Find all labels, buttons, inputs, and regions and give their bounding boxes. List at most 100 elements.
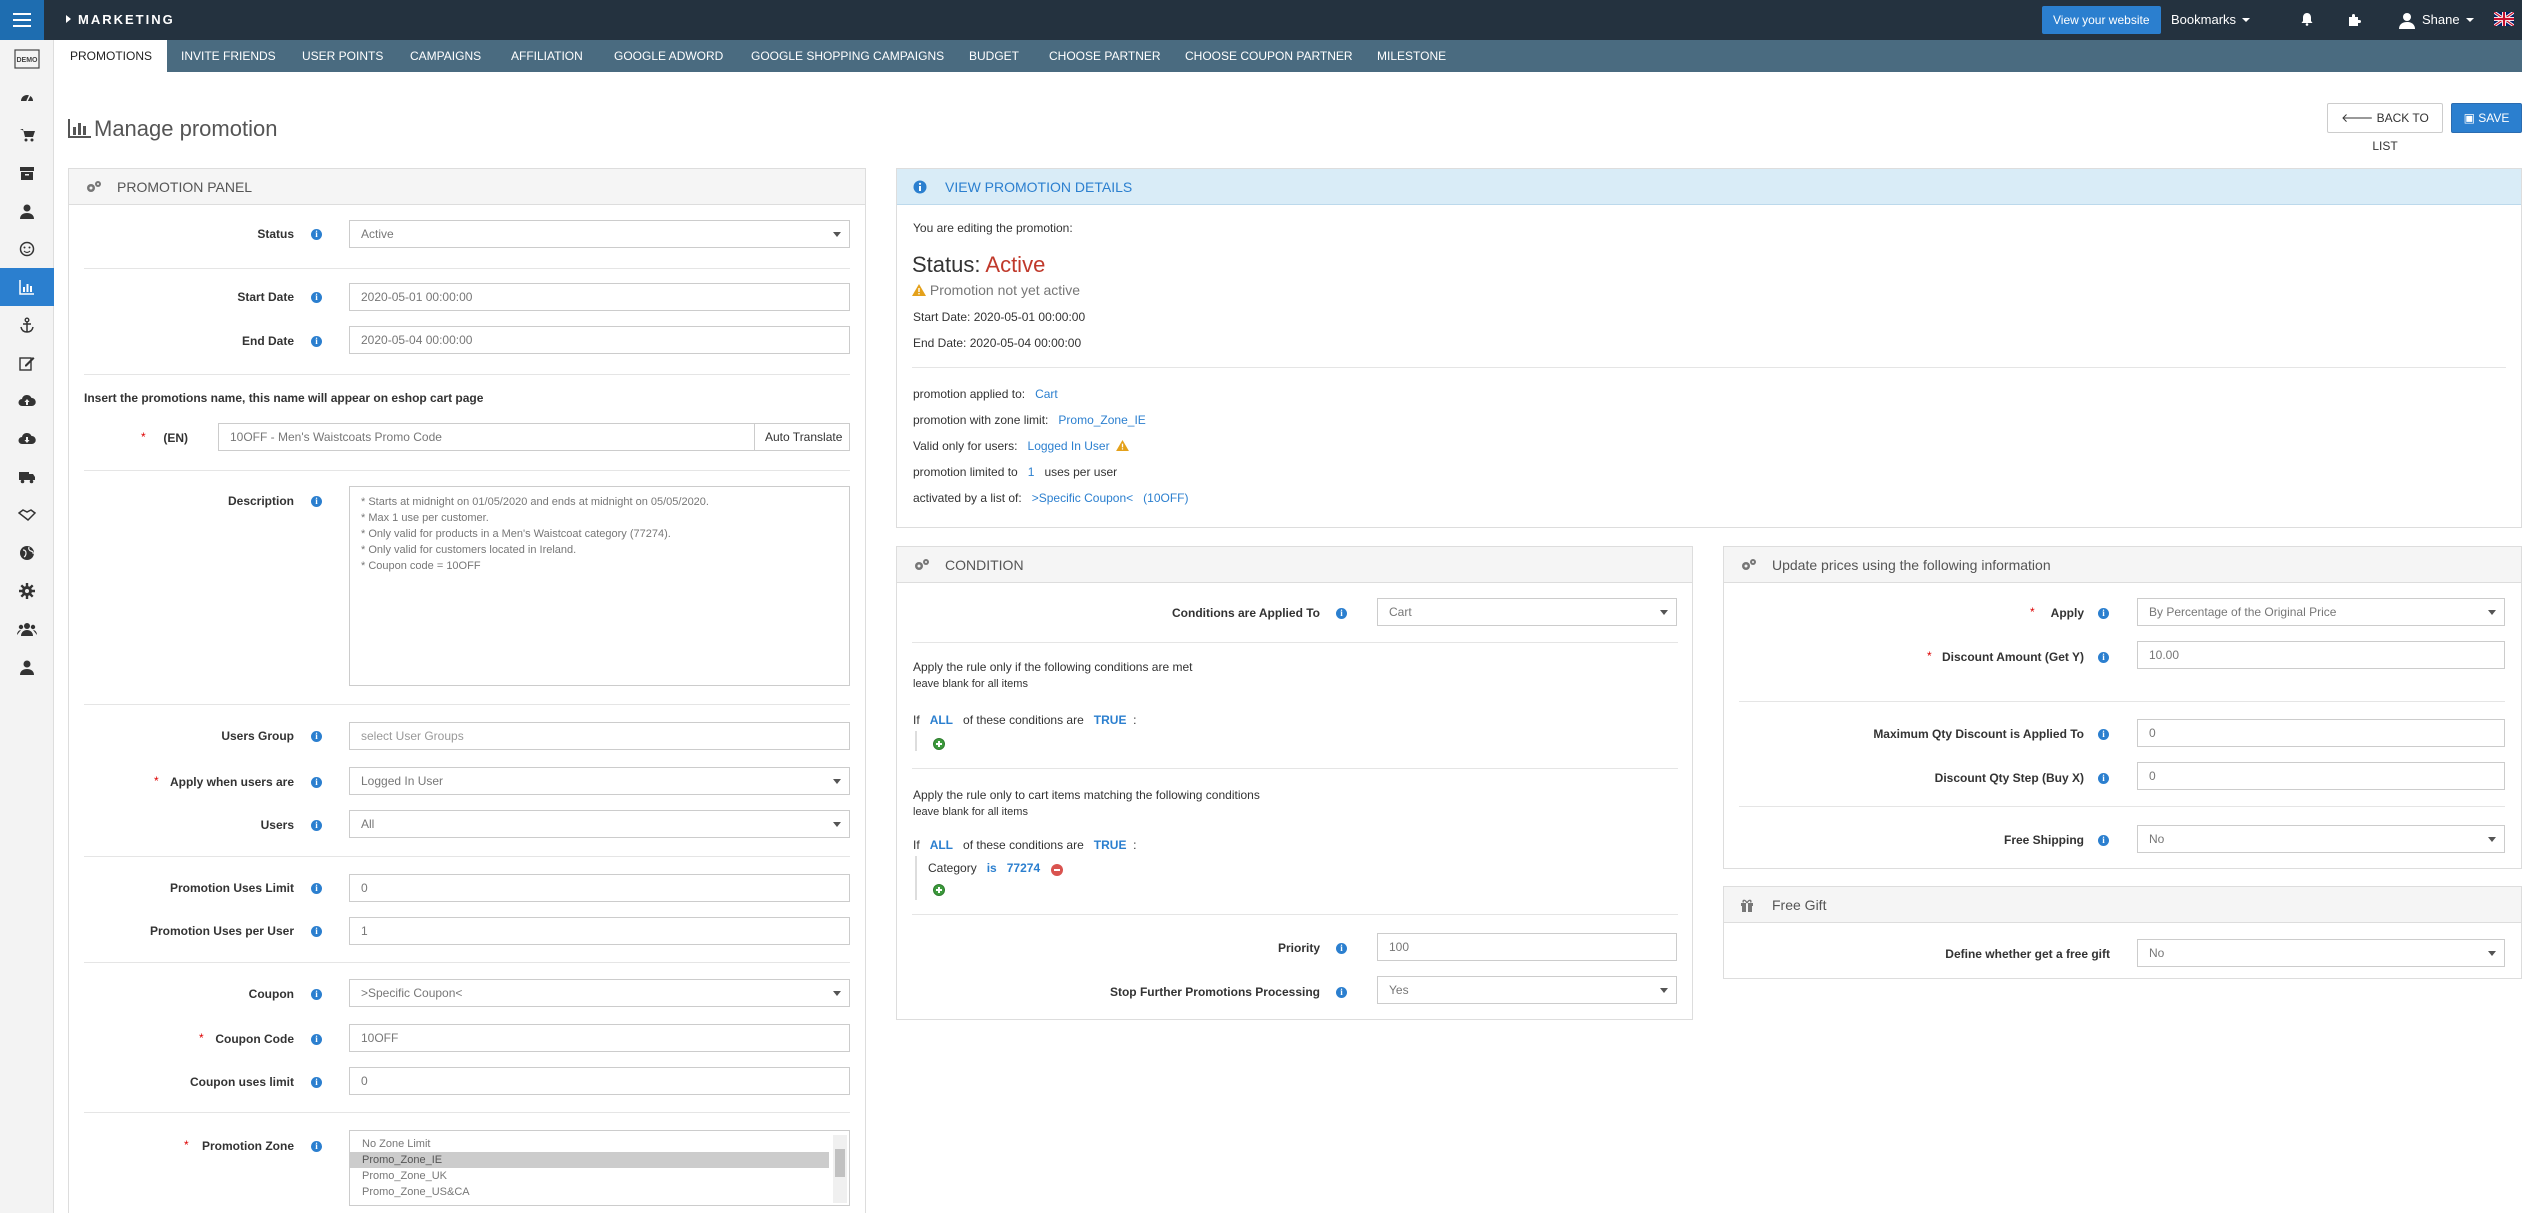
back-to-list-button[interactable]: 🡐 BACK TO LIST xyxy=(2327,103,2443,153)
info-icon[interactable]: i xyxy=(311,820,322,831)
info-icon[interactable]: i xyxy=(311,926,322,937)
info-icon[interactable]: i xyxy=(311,1141,322,1152)
coupon-select[interactable]: >Specific Coupon< xyxy=(349,979,850,1007)
zone-option[interactable]: Promo_Zone_US&CA xyxy=(350,1184,829,1200)
menu-toggle-button[interactable] xyxy=(0,0,44,40)
tab-google-shopping-campaigns[interactable]: GOOGLE SHOPPING CAMPAIGNS xyxy=(751,40,944,72)
aggregator-true[interactable]: TRUE xyxy=(1094,838,1127,852)
coupon-uses-limit-input[interactable]: 0 xyxy=(349,1067,850,1095)
info-icon[interactable]: i xyxy=(2098,729,2109,740)
info-icon[interactable]: i xyxy=(2098,608,2109,619)
info-icon[interactable]: i xyxy=(311,731,322,742)
tab-choose-partner[interactable]: CHOOSE PARTNER xyxy=(1049,40,1161,72)
free-shipping-select[interactable]: No xyxy=(2137,825,2505,853)
info-icon[interactable]: i xyxy=(311,989,322,1000)
bookmarks-dropdown[interactable]: Bookmarks xyxy=(2171,0,2251,40)
sidebar-item-team[interactable] xyxy=(0,610,54,648)
view-website-button[interactable]: View your website xyxy=(2042,6,2161,34)
valid-users-link[interactable]: Logged In User xyxy=(1028,439,1110,453)
info-icon[interactable]: i xyxy=(1336,608,1347,619)
aggregator-all[interactable]: ALL xyxy=(930,713,953,727)
description-textarea[interactable]: * Starts at midnight on 01/05/2020 and e… xyxy=(349,486,850,686)
info-icon[interactable]: i xyxy=(1336,943,1347,954)
tab-invite-friends[interactable]: INVITE FRIENDS xyxy=(181,40,276,72)
sidebar-item-partners[interactable] xyxy=(0,496,54,534)
zone-option[interactable]: Promo_Zone_UK xyxy=(350,1168,829,1184)
sidebar-item-shipping[interactable] xyxy=(0,458,54,496)
applied-to-link[interactable]: Cart xyxy=(1035,387,1058,401)
info-icon[interactable]: i xyxy=(2098,773,2109,784)
info-icon[interactable]: i xyxy=(311,1034,322,1045)
sidebar-item-cart[interactable] xyxy=(0,116,54,154)
info-icon[interactable]: i xyxy=(311,229,322,240)
stop-processing-select[interactable]: Yes xyxy=(1377,976,1677,1004)
save-button[interactable]: ▣ SAVE xyxy=(2451,103,2522,133)
qty-step-input[interactable]: 0 xyxy=(2137,762,2505,790)
uses-per-user-input[interactable]: 1 xyxy=(349,917,850,945)
info-icon[interactable]: i xyxy=(311,777,322,788)
sidebar-item-marketing[interactable] xyxy=(0,268,54,306)
activated-code[interactable]: (10OFF) xyxy=(1143,491,1188,505)
sidebar-item-account[interactable] xyxy=(0,648,54,686)
sidebar-item-edit[interactable] xyxy=(0,344,54,382)
uses-limit-input[interactable]: 0 xyxy=(349,874,850,902)
tab-promotions[interactable]: PROMOTIONS xyxy=(54,40,167,73)
aggregator-true[interactable]: TRUE xyxy=(1094,713,1127,727)
priority-input[interactable]: 100 xyxy=(1377,933,1677,961)
scrollbar[interactable] xyxy=(833,1135,847,1203)
sidebar-item-catalog[interactable] xyxy=(0,154,54,192)
sidebar-item-download[interactable] xyxy=(0,420,54,458)
tab-campaigns[interactable]: CAMPAIGNS xyxy=(410,40,481,72)
info-icon[interactable]: i xyxy=(311,496,322,507)
uk-flag-icon[interactable] xyxy=(2494,12,2514,26)
tab-choose-coupon-partner[interactable]: CHOOSE COUPON PARTNER xyxy=(1185,40,1353,72)
info-icon[interactable]: i xyxy=(311,883,322,894)
add-condition-icon[interactable] xyxy=(933,738,945,750)
info-icon[interactable]: i xyxy=(2098,652,2109,663)
limited-value[interactable]: 1 xyxy=(1028,465,1035,479)
sidebar-item-support[interactable] xyxy=(0,230,54,268)
aggregator-all[interactable]: ALL xyxy=(930,838,953,852)
apply-when-select[interactable]: Logged In User xyxy=(349,767,850,795)
tab-milestone[interactable]: MILESTONE xyxy=(1377,40,1446,72)
zone-limit-link[interactable]: Promo_Zone_IE xyxy=(1058,413,1145,427)
sidebar-item-customers[interactable] xyxy=(0,192,54,230)
sidebar-item-dashboard[interactable] xyxy=(0,78,54,116)
tab-google-adword[interactable]: GOOGLE ADWORD xyxy=(614,40,723,72)
conditions-applied-to-select[interactable]: Cart xyxy=(1377,598,1677,626)
apply-select[interactable]: By Percentage of the Original Price xyxy=(2137,598,2505,626)
auto-translate-button[interactable]: Auto Translate xyxy=(754,423,850,451)
condition-operator[interactable]: is xyxy=(987,861,997,875)
sidebar-item-upload[interactable] xyxy=(0,382,54,420)
puzzle-icon[interactable] xyxy=(2346,12,2362,28)
users-select[interactable]: All xyxy=(349,810,850,838)
sidebar-item-anchor[interactable] xyxy=(0,306,54,344)
sidebar-item-international[interactable] xyxy=(0,534,54,572)
start-date-input[interactable]: 2020-05-01 00:00:00 xyxy=(349,283,850,311)
coupon-code-input[interactable]: 10OFF xyxy=(349,1024,850,1052)
activated-coupon-link[interactable]: >Specific Coupon< xyxy=(1032,491,1133,505)
sidebar-item-demo[interactable]: DEMO xyxy=(0,40,54,78)
remove-condition-icon[interactable] xyxy=(1051,864,1063,876)
condition-value[interactable]: 77274 xyxy=(1007,861,1040,875)
promotion-name-input[interactable]: 10OFF - Men's Waistcoats Promo Code xyxy=(218,423,755,451)
info-icon[interactable]: i xyxy=(311,292,322,303)
tab-user-points[interactable]: USER POINTS xyxy=(302,40,383,72)
free-gift-select[interactable]: No xyxy=(2137,939,2505,967)
user-menu[interactable]: Shane xyxy=(2398,0,2474,40)
status-select[interactable]: Active xyxy=(349,220,850,248)
promotion-zone-listbox[interactable]: No Zone Limit Promo_Zone_IE Promo_Zone_U… xyxy=(349,1130,850,1206)
discount-amount-input[interactable]: 10.00 xyxy=(2137,641,2505,669)
max-qty-input[interactable]: 0 xyxy=(2137,719,2505,747)
users-group-input[interactable]: select User Groups xyxy=(349,722,850,750)
bell-icon[interactable] xyxy=(2300,12,2314,26)
end-date-input[interactable]: 2020-05-04 00:00:00 xyxy=(349,326,850,354)
tab-budget[interactable]: BUDGET xyxy=(969,40,1019,72)
info-icon[interactable]: i xyxy=(311,336,322,347)
sidebar-item-settings[interactable] xyxy=(0,572,54,610)
info-icon[interactable]: i xyxy=(311,1077,322,1088)
tab-affiliation[interactable]: AFFILIATION xyxy=(511,40,583,72)
add-condition-icon[interactable] xyxy=(933,884,945,896)
zone-option-selected[interactable]: Promo_Zone_IE xyxy=(350,1152,829,1168)
info-icon[interactable]: i xyxy=(2098,835,2109,846)
